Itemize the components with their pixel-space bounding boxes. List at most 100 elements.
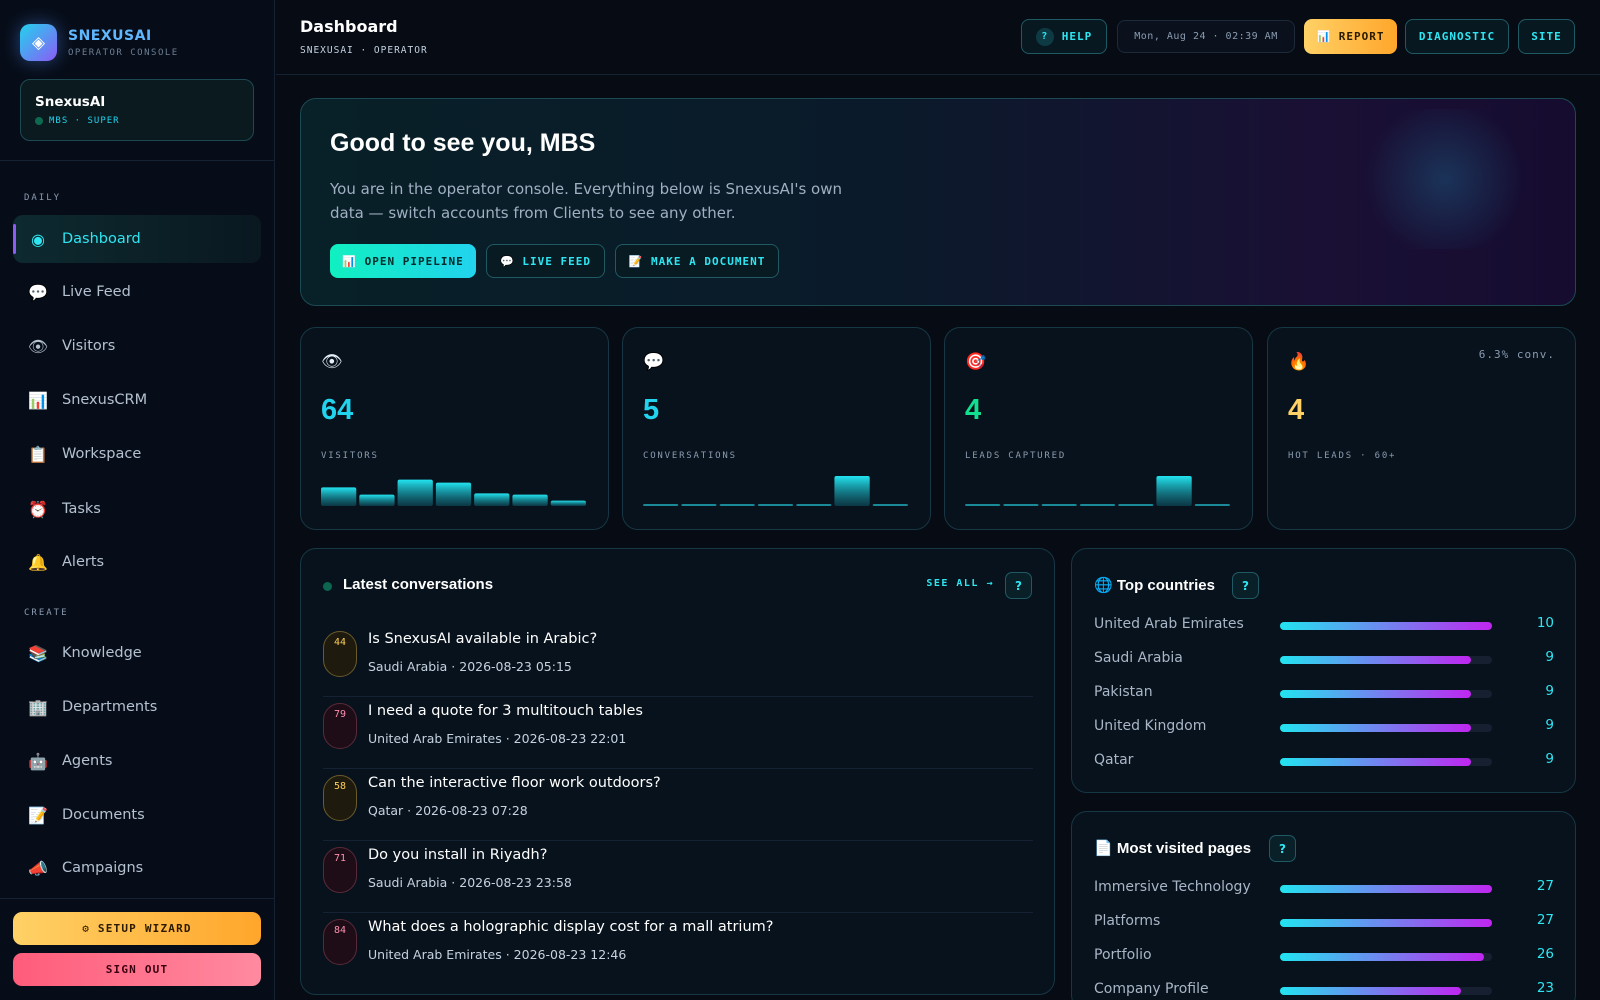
bar-track (1280, 622, 1492, 630)
sidebar-item-live-feed[interactable]: 💬 Live Feed (13, 268, 261, 316)
hero-glow (1355, 109, 1535, 249)
conversation-row[interactable]: 79 I need a quote for 3 multitouch table… (323, 697, 1033, 769)
bar-label: Qatar (1094, 752, 1134, 768)
help-icon[interactable]: ? (1005, 572, 1032, 599)
sidebar-divider (0, 160, 275, 161)
help-icon[interactable]: ? (1232, 572, 1259, 599)
conversation-question: What does a holographic display cost for… (368, 919, 774, 935)
globe-icon: 🌐 (1094, 577, 1113, 594)
sidebar-item-departments[interactable]: 🏢 Departments (13, 683, 261, 731)
eye-icon: 👁 (27, 336, 49, 356)
sidebar-item-knowledge[interactable]: 📚 Knowledge (13, 629, 261, 677)
see-all-link[interactable]: SEE ALL → (926, 578, 994, 589)
site-button[interactable]: SITE (1518, 19, 1575, 54)
conversation-row[interactable]: 84 What does a holographic display cost … (323, 913, 1033, 985)
latest-conversations-panel: Latest conversations SEE ALL → ? 44 Is S… (300, 548, 1055, 995)
bar-track (1280, 724, 1492, 732)
bar-row[interactable]: Portfolio 26 (1094, 944, 1554, 968)
sparkline-bar (512, 494, 548, 506)
sidebar-item-tasks[interactable]: ⏰ Tasks (13, 485, 261, 533)
sidebar-item-documents[interactable]: 📝 Documents (13, 791, 261, 839)
help-button[interactable]: ? HELP (1021, 19, 1107, 54)
chat-icon: 💬 (643, 352, 665, 372)
conversation-question: Is SnexusAI available in Arabic? (368, 631, 598, 647)
sidebar-item-workspace[interactable]: 📋 Workspace (13, 430, 261, 478)
most-visited-pages-panel: 📄 Most visited pages ? Immersive Technol… (1071, 811, 1576, 1000)
sidebar-item-campaigns[interactable]: 📣 Campaigns (13, 844, 261, 892)
sidebar-item-agents[interactable]: 🤖 Agents (13, 737, 261, 785)
bar-label: Platforms (1094, 913, 1161, 929)
stat-card-visitors[interactable]: 👁 64 VISITORS (300, 327, 609, 530)
help-icon[interactable]: ? (1269, 835, 1296, 862)
bar-fill (1280, 953, 1485, 961)
building-icon: 🏢 (28, 697, 48, 717)
sparkline-bar (1041, 504, 1077, 506)
help-button-label: HELP (1061, 30, 1093, 43)
sidebar-item-label: Dashboard (62, 231, 141, 247)
panel-title-text: Most visited pages (1116, 840, 1252, 857)
conversation-question: I need a quote for 3 multitouch tables (368, 703, 643, 719)
conversation-row[interactable]: 71 Do you install in Riyadh? Saudi Arabi… (323, 841, 1033, 913)
sign-out-button[interactable]: SIGN OUT (13, 953, 261, 986)
conversation-row[interactable]: 58 Can the interactive floor work outdoo… (323, 769, 1033, 841)
panel-title: 📄 Most visited pages (1094, 839, 1251, 857)
target-icon: ◉ (31, 229, 45, 249)
bar-value: 10 (1536, 615, 1554, 631)
bar-track (1280, 758, 1492, 766)
sidebar: ◈ SNEXUSAI OPERATOR CONSOLE SnexusAI MBS… (0, 0, 275, 1000)
sidebar-item-label: Tasks (62, 501, 101, 517)
bar-row[interactable]: Company Profile 23 (1094, 978, 1554, 1000)
bar-label: United Kingdom (1094, 718, 1207, 734)
bar-fill (1280, 987, 1461, 995)
stat-card-hot-leads[interactable]: 6.3% conv. 🔥 4 HOT LEADS · 60+ (1267, 327, 1576, 530)
open-pipeline-button[interactable]: 📊 OPEN PIPELINE (330, 244, 476, 278)
app-root: ◈ SNEXUSAI OPERATOR CONSOLE SnexusAI MBS… (0, 0, 1600, 1000)
account-switcher[interactable]: SnexusAI MBS · SUPER (20, 79, 254, 141)
sidebar-item-label: Agents (62, 753, 113, 769)
stat-label: HOT LEADS · 60+ (1288, 451, 1397, 461)
make-document-button[interactable]: 📝 MAKE A DOCUMENT (615, 244, 779, 278)
panel-title: Latest conversations (343, 576, 494, 593)
bar-row[interactable]: Platforms 27 (1094, 910, 1554, 934)
sparkline-bar (681, 504, 717, 506)
stat-card-leads[interactable]: 🎯 4 LEADS CAPTURED (944, 327, 1253, 530)
bar-value: 27 (1536, 878, 1554, 894)
sidebar-item-alerts[interactable]: 🔔 Alerts (13, 538, 261, 586)
setup-wizard-button[interactable]: ⚙ SETUP WIZARD (13, 912, 261, 945)
bar-fill (1280, 919, 1492, 927)
bar-row[interactable]: Saudi Arabia 9 (1094, 647, 1554, 671)
sparkline-bar (1118, 504, 1154, 506)
sidebar-item-label: Visitors (62, 338, 116, 354)
sidebar-item-snexuscrm[interactable]: 📊 SnexusCRM (13, 376, 261, 424)
live-feed-button[interactable]: 💬 LIVE FEED (486, 244, 605, 278)
sparkline-bar (643, 504, 679, 506)
bar-row[interactable]: Immersive Technology 27 (1094, 876, 1554, 900)
bar-row[interactable]: Qatar 9 (1094, 749, 1554, 773)
sidebar-item-visitors[interactable]: 👁 Visitors (13, 322, 261, 370)
bar-track (1280, 656, 1492, 664)
sparkline-bar (834, 476, 870, 506)
sidebar-item-dashboard[interactable]: ◉ Dashboard (13, 215, 261, 263)
bell-icon: 🔔 (28, 552, 48, 572)
sparkline-bar (474, 493, 510, 506)
section-label-daily: DAILY (24, 193, 62, 203)
sidebar-footer-divider (0, 898, 275, 899)
bar-track (1280, 987, 1492, 995)
brand[interactable]: ◈ SNEXUSAI OPERATOR CONSOLE (20, 24, 179, 61)
bar-label: Company Profile (1094, 981, 1209, 997)
bar-value: 27 (1536, 912, 1554, 928)
page-icon: 📄 (1094, 840, 1113, 857)
bar-value: 9 (1545, 751, 1554, 767)
stat-label: CONVERSATIONS (643, 451, 737, 461)
bar-row[interactable]: United Kingdom 9 (1094, 715, 1554, 739)
stat-card-conversations[interactable]: 💬 5 CONVERSATIONS (622, 327, 931, 530)
report-button[interactable]: 📊 REPORT (1304, 19, 1397, 54)
clipboard-icon: 📋 (28, 444, 48, 464)
diagnostic-button[interactable]: DIAGNOSTIC (1405, 19, 1509, 54)
conversation-row[interactable]: 44 Is SnexusAI available in Arabic? Saud… (323, 625, 1033, 697)
bar-track (1280, 919, 1492, 927)
bar-row[interactable]: Pakistan 9 (1094, 681, 1554, 705)
logo-icon: ◈ (20, 24, 57, 61)
conversation-meta: United Arab Emirates · 2026-08-23 12:46 (368, 947, 627, 962)
bar-row[interactable]: United Arab Emirates 10 (1094, 613, 1554, 637)
